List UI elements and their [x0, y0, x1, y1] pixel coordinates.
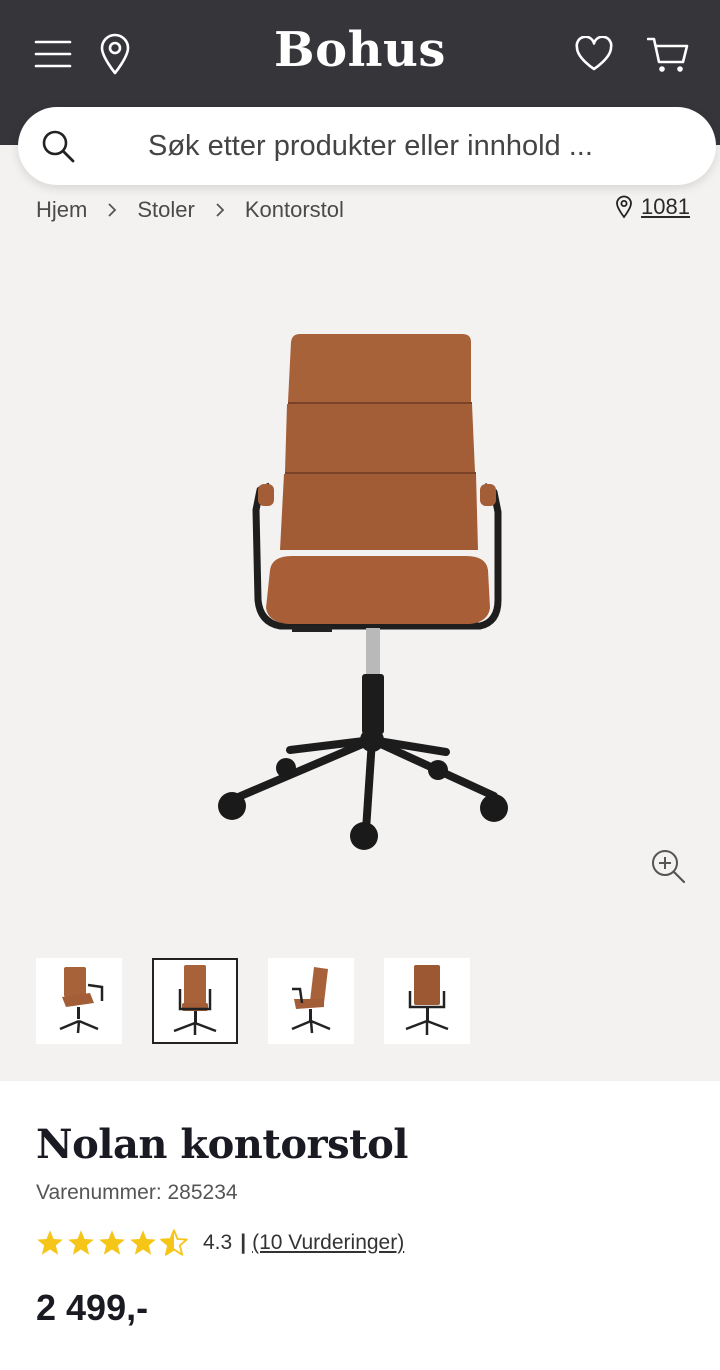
- cart-icon[interactable]: [644, 32, 692, 78]
- product-sku: Varenummer: 285234: [36, 1181, 238, 1204]
- half-star-icon: [160, 1229, 188, 1256]
- star-icon: [99, 1230, 125, 1255]
- product-main-image[interactable]: [0, 230, 720, 930]
- thumbnail-4[interactable]: [384, 958, 470, 1044]
- breadcrumb-home[interactable]: Hjem: [36, 197, 87, 223]
- heart-icon[interactable]: [570, 30, 618, 78]
- product-rating: 4.3 | (10 Vurderinger): [36, 1229, 404, 1256]
- star-icon: [130, 1230, 156, 1255]
- breadcrumb-office-chair[interactable]: Kontorstol: [245, 197, 344, 223]
- zoom-in-icon[interactable]: [648, 846, 688, 886]
- thumbnail-3[interactable]: [268, 958, 354, 1044]
- product-title: Nolan kontorstol: [36, 1121, 408, 1168]
- chevron-right-icon: [107, 202, 117, 218]
- breadcrumb-chairs[interactable]: Stoler: [137, 197, 194, 223]
- star-rating: [36, 1229, 191, 1256]
- reviews-link[interactable]: (10 Vurderinger): [252, 1231, 404, 1255]
- product-price: 2 499,-: [36, 1287, 149, 1328]
- store-selector[interactable]: 1081: [615, 194, 690, 220]
- thumbnail-1[interactable]: [36, 958, 122, 1044]
- thumbnail-strip: [36, 958, 500, 1048]
- thumbnail-2-selected[interactable]: [152, 958, 238, 1044]
- star-icon: [37, 1230, 63, 1255]
- chevron-right-icon: [215, 202, 225, 218]
- location-pin-icon: [616, 195, 632, 219]
- rating-score: 4.3: [203, 1230, 233, 1254]
- star-icon: [68, 1230, 94, 1255]
- rating-separator: |: [240, 1230, 247, 1254]
- breadcrumb: Hjem Stoler Kontorstol: [36, 196, 344, 224]
- search-placeholder: Søk etter produkter eller innhold ...: [148, 129, 593, 162]
- product-info-panel: Nolan kontorstol Varenummer: 285234 4.3 …: [0, 1081, 720, 1370]
- search-input[interactable]: Søk etter produkter eller innhold ...: [18, 107, 716, 185]
- search-icon: [40, 128, 76, 164]
- store-number: 1081: [641, 194, 690, 219]
